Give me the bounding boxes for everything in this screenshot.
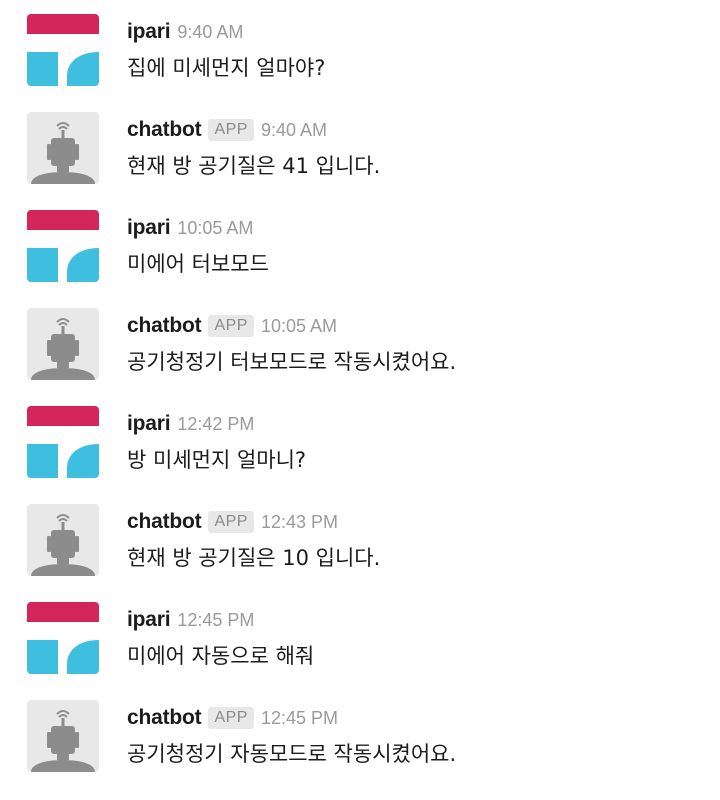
message-text: 공기청정기 터보모드로 작동시켰어요. — [127, 350, 457, 374]
message-text: 집에 미세먼지 얼마야? — [127, 56, 326, 80]
sender-name[interactable]: ipari — [127, 412, 171, 436]
message-timestamp[interactable]: 12:42 PM — [177, 414, 254, 435]
message-timestamp[interactable]: 10:05 AM — [261, 316, 337, 337]
message-item: chatbot APP 9:40 AM 현재 방 공기질은 41 입니다. — [27, 112, 720, 210]
message-timestamp[interactable]: 12:45 PM — [261, 708, 338, 729]
sender-name[interactable]: ipari — [127, 216, 171, 240]
message-item: chatbot APP 12:43 PM 현재 방 공기질은 10 입니다. — [27, 504, 720, 602]
robot-icon[interactable] — [27, 700, 99, 772]
robot-icon[interactable] — [27, 504, 99, 576]
message-item: chatbot APP 10:05 AM 공기청정기 터보모드로 작동시켰어요. — [27, 308, 720, 406]
message-text: 현재 방 공기질은 41 입니다. — [127, 154, 381, 178]
sender-name[interactable]: chatbot — [127, 510, 202, 534]
message-text: 방 미세먼지 얼마니? — [127, 448, 307, 472]
sender-name[interactable]: chatbot — [127, 706, 202, 730]
message-timestamp[interactable]: 9:40 AM — [261, 120, 327, 141]
message-timestamp[interactable]: 12:43 PM — [261, 512, 338, 533]
message-item: ipari 10:05 AM 미에어 터보모드 — [27, 210, 720, 308]
app-badge: APP — [208, 315, 254, 337]
message-item: ipari 9:40 AM 집에 미세먼지 얼마야? — [27, 14, 720, 112]
app-badge: APP — [208, 511, 254, 533]
sender-name[interactable]: ipari — [127, 20, 171, 44]
ipari-logo-icon[interactable] — [27, 14, 99, 86]
robot-icon[interactable] — [27, 308, 99, 380]
message-timestamp[interactable]: 10:05 AM — [177, 218, 253, 239]
message-text: 미에어 터보모드 — [127, 252, 269, 276]
message-timestamp[interactable]: 9:40 AM — [177, 22, 243, 43]
sender-name[interactable]: chatbot — [127, 314, 202, 338]
robot-icon[interactable] — [27, 112, 99, 184]
ipari-logo-icon[interactable] — [27, 602, 99, 674]
message-item: ipari 12:45 PM 미에어 자동으로 해줘 — [27, 602, 720, 700]
message-text: 미에어 자동으로 해줘 — [127, 644, 315, 668]
message-text: 공기청정기 자동모드로 작동시켰어요. — [127, 742, 457, 766]
ipari-logo-icon[interactable] — [27, 210, 99, 282]
message-text: 현재 방 공기질은 10 입니다. — [127, 546, 381, 570]
message-item: chatbot APP 12:45 PM 공기청정기 자동모드로 작동시켰어요. — [27, 700, 720, 798]
message-item: ipari 12:42 PM 방 미세먼지 얼마니? — [27, 406, 720, 504]
sender-name[interactable]: ipari — [127, 608, 171, 632]
app-badge: APP — [208, 707, 254, 729]
message-timestamp[interactable]: 12:45 PM — [177, 610, 254, 631]
app-badge: APP — [208, 119, 254, 141]
chat-message-list: ipari 9:40 AM 집에 미세먼지 얼마야? chatbot APP 9… — [0, 0, 720, 800]
sender-name[interactable]: chatbot — [127, 118, 202, 142]
ipari-logo-icon[interactable] — [27, 406, 99, 478]
